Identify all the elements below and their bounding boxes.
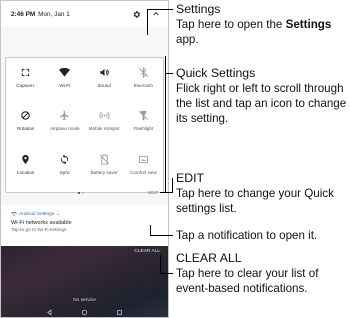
lockscreen-background: CLEAR ALL No service	[1, 246, 168, 317]
quick-tile-label: Location	[16, 169, 35, 175]
callout-settings-desc: Tap here to open the Settings app.	[176, 18, 332, 46]
callout-notification: Tap a notification to open it.	[176, 228, 350, 243]
callout-quick-desc: Flick right or left to scroll through th…	[176, 82, 347, 125]
callout-quick-settings: Quick Settings Flick right or left to sc…	[176, 66, 350, 126]
wifi-icon	[59, 67, 71, 77]
comfort-view-icon	[138, 155, 148, 163]
quick-tile-flashlight[interactable]: Flashlight	[124, 103, 163, 146]
clear-leader-horizontal	[160, 273, 173, 274]
callout-edit-desc: Tap here to change your Quick settings l…	[176, 187, 334, 215]
callout-notification-desc: Tap a notification to open it.	[176, 229, 318, 242]
no-service-label: No service	[73, 298, 96, 303]
quick-settings-bracket	[165, 56, 166, 193]
quick-tile-airplane[interactable]: Airplane mode	[45, 103, 84, 146]
notif-leader	[150, 225, 151, 235]
quick-tile-label: Wi-Fi	[59, 83, 71, 88]
quick-tile-bluetooth[interactable]: Bluetooth	[124, 60, 163, 103]
back-icon[interactable]	[46, 308, 53, 316]
quick-settings-grid: Capture+ Wi-Fi Sound Bluetooth Rotation Airpl…	[6, 58, 163, 192]
callout-clear-title: CLEAR ALL	[176, 251, 242, 265]
phone-screen: 2:46 PM Mon, Jan 1 Capture+ Wi-Fi Sound Blu…	[0, 0, 169, 318]
quick-tile-label: Sync	[59, 169, 70, 175]
callout-settings-title: Settings	[176, 2, 221, 16]
quick-tile-label: Airplane mode	[50, 126, 80, 132]
quick-settings-panel: Capture+ Wi-Fi Sound Bluetooth Rotation Airpl…	[5, 57, 164, 193]
settings-leader-vertical	[147, 9, 148, 35]
flashlight-icon	[138, 111, 148, 121]
quick-tile-rotation[interactable]: Rotation	[6, 103, 45, 146]
capture-plus-icon	[21, 68, 30, 77]
quick-tile-label: Mobile Hotspot	[88, 126, 120, 132]
quick-tile-label: Capture+	[16, 83, 36, 88]
callout-edit-title: EDIT	[176, 171, 205, 185]
settings-leader-horizontal	[147, 9, 173, 10]
edit-button[interactable]: EDIT	[148, 190, 158, 195]
notification-title: Wi-Fi networks available	[11, 220, 72, 226]
notif-leader-horizontal	[150, 235, 173, 236]
expand-chevron-icon[interactable]: ⌄	[56, 212, 60, 217]
quick-tile-label: Battery saver	[90, 169, 118, 175]
quick-tile-label: Sound	[97, 83, 111, 88]
home-icon[interactable]	[81, 309, 88, 316]
sound-icon	[100, 68, 109, 77]
callout-quick-title: Quick Settings	[176, 66, 256, 80]
navigation-bar	[1, 305, 168, 317]
quick-tile-battery-saver[interactable]: Battery saver	[85, 147, 124, 190]
page-dot-active	[78, 192, 80, 194]
edit-leader-up	[172, 178, 173, 193]
quick-tile-sync[interactable]: Sync	[45, 147, 84, 190]
quick-tile-hotspot[interactable]: Mobile Hotspot	[85, 103, 124, 146]
callout-clear-desc: Tap here to clear your list of event-bas…	[176, 267, 319, 295]
status-date: Mon, Jan 1	[38, 10, 70, 18]
airplane-icon	[60, 111, 69, 121]
wifi-settings-icon	[11, 212, 17, 216]
notification-card[interactable]: Android Settings ⌄ Wi-Fi networks availa…	[1, 205, 168, 246]
clear-all-button[interactable]: CLEAR ALL	[134, 249, 160, 254]
clear-leader	[160, 255, 161, 273]
page-dot	[82, 192, 84, 194]
callout-edit: EDIT Tap here to change your Quick setti…	[176, 171, 350, 216]
quick-tile-location[interactable]: Location	[6, 147, 45, 190]
callout-settings: Settings Tap here to open the Settings a…	[176, 2, 350, 47]
quick-tile-comfort-view[interactable]: Comfort view	[124, 147, 163, 190]
quick-tile-label: Flashlight	[133, 126, 154, 132]
quick-tile-label: Comfort view	[129, 169, 157, 175]
sync-icon	[61, 154, 69, 165]
quick-settings-leader	[165, 73, 173, 74]
chevron-up-icon[interactable]	[152, 10, 160, 18]
settings-gear-icon[interactable]	[132, 10, 141, 19]
hotspot-icon	[99, 112, 110, 120]
quick-tile-capture-plus[interactable]: Capture+	[6, 60, 45, 103]
notification-text: Tap to go to Wi-Fi settings	[11, 228, 67, 233]
callout-clear-all: CLEAR ALL Tap here to clear your list of…	[176, 251, 350, 296]
page-indicator	[78, 192, 84, 194]
quick-tile-wifi[interactable]: Wi-Fi	[45, 60, 84, 103]
bluetooth-icon	[138, 67, 148, 78]
quick-tile-label: Rotation	[17, 126, 35, 132]
status-time: 2:46 PM	[11, 10, 36, 18]
recents-icon[interactable]	[116, 309, 123, 316]
notification-app-row: Android Settings ⌄	[11, 211, 168, 217]
status-bar: 2:46 PM Mon, Jan 1	[1, 1, 168, 27]
location-icon	[22, 154, 29, 164]
notification-app-name: Android Settings	[19, 211, 55, 217]
quick-tile-label: Bluetooth	[133, 83, 154, 88]
rotation-icon	[21, 111, 30, 121]
battery-saver-icon	[99, 154, 109, 165]
quick-tile-sound[interactable]: Sound	[85, 60, 124, 103]
